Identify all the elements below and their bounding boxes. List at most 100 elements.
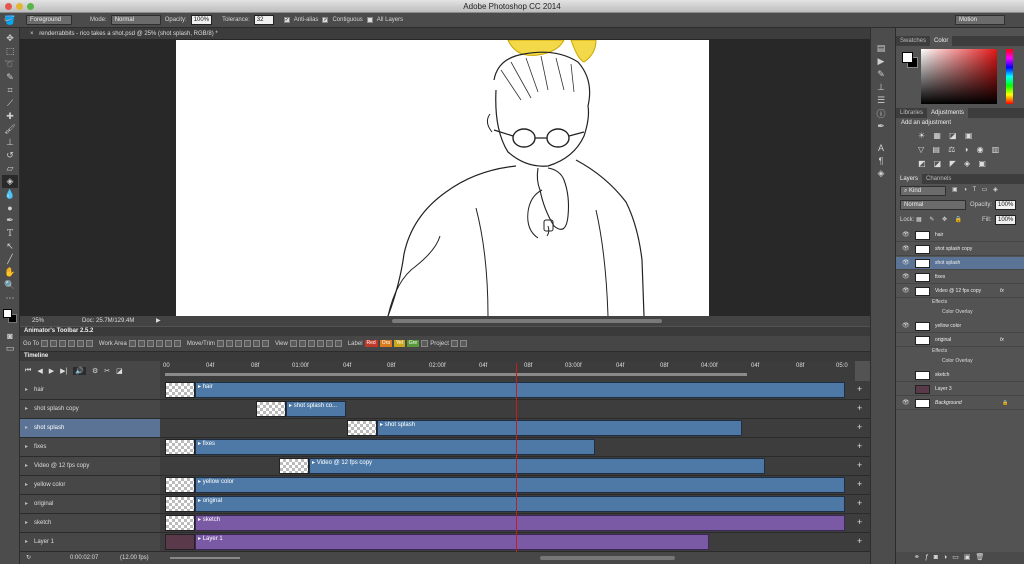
- track-row[interactable]: ▸ original ▸ original +: [20, 495, 870, 514]
- tab-color[interactable]: Color: [930, 36, 953, 46]
- layer-row[interactable]: 👁 shot splash copy: [896, 243, 1024, 256]
- history-brush-tool-icon[interactable]: ↺: [2, 149, 18, 162]
- actions-panel-icon[interactable]: ▶: [873, 55, 889, 68]
- close-doc-icon[interactable]: ×: [30, 31, 34, 37]
- layer-filter-select[interactable]: ⌕ Kind: [900, 186, 946, 196]
- work-area-start-button[interactable]: [128, 340, 136, 347]
- group-icon[interactable]: ▭: [952, 554, 964, 561]
- tab-adjustments[interactable]: Adjustments: [927, 108, 969, 118]
- add-media-icon[interactable]: +: [857, 422, 862, 432]
- clip-bar[interactable]: ▸ shot splash co...: [286, 401, 346, 417]
- timeline-zoom-slider[interactable]: [170, 557, 240, 559]
- color-field[interactable]: [921, 49, 997, 104]
- prev-frame-icon[interactable]: ◀: [37, 367, 42, 375]
- quick-mask-icon[interactable]: ◙: [2, 329, 18, 342]
- label-green-button[interactable]: Gre: [406, 340, 420, 347]
- color-overlay-label[interactable]: Color Overlay: [942, 309, 973, 315]
- layer-row[interactable]: 👁 fixes: [896, 271, 1024, 284]
- track-row[interactable]: ▸ hair ▸ hair +: [20, 381, 870, 400]
- marquee-tool-icon[interactable]: ⬚: [2, 45, 18, 58]
- track-row[interactable]: ▸ shot splash ▸ shot splash +: [20, 419, 870, 438]
- work-area-fit-button[interactable]: [146, 340, 154, 347]
- add-media-icon[interactable]: +: [857, 536, 862, 546]
- split-button[interactable]: [252, 340, 260, 347]
- tab-channels[interactable]: Channels: [922, 174, 955, 184]
- work-area-reset-button[interactable]: [164, 340, 172, 347]
- all-layers-checkbox[interactable]: [366, 17, 373, 23]
- visibility-eye-icon[interactable]: 👁: [902, 320, 910, 333]
- color-overlay-label[interactable]: Color Overlay: [942, 358, 973, 364]
- view-expand-button[interactable]: [334, 340, 342, 347]
- eraser-tool-icon[interactable]: ▱: [2, 162, 18, 175]
- mask-icon[interactable]: ◙: [934, 554, 943, 561]
- nudge-button[interactable]: [261, 340, 269, 347]
- link-layers-icon[interactable]: ⚭: [914, 554, 925, 561]
- visibility-eye-icon[interactable]: 👁: [902, 271, 910, 284]
- layer-filter-icons[interactable]: ▣ ◑ T ▭ ◈: [952, 186, 1000, 193]
- goto-prev-button[interactable]: [49, 340, 57, 347]
- track-row[interactable]: ▸ Layer 1 ▸ Layer 1 +: [20, 533, 870, 552]
- clip-bar[interactable]: ▸ fixes: [195, 439, 595, 455]
- document-tab[interactable]: × renderrabbits - rico takes a shot.psd …: [20, 28, 870, 40]
- eyedropper-tool-icon[interactable]: ⟋: [2, 97, 18, 110]
- goto-frame-button[interactable]: [85, 340, 93, 347]
- track-row[interactable]: ▸ sketch ▸ sketch +: [20, 514, 870, 533]
- mode-select[interactable]: Normal: [110, 15, 161, 25]
- clone-source-panel-icon[interactable]: ⊥: [873, 81, 889, 94]
- workspace-select[interactable]: Motion: [955, 15, 1005, 25]
- contiguous-checkbox[interactable]: ✓: [322, 17, 329, 23]
- color-swatches[interactable]: [2, 307, 17, 327]
- doc-info-menu-icon[interactable]: ▶: [156, 316, 161, 326]
- visibility-eye-icon[interactable]: 👁: [902, 229, 910, 242]
- add-media-icon[interactable]: +: [857, 498, 862, 508]
- transition-icon[interactable]: ◪: [116, 367, 123, 375]
- layer-row[interactable]: 👁 Background 🔒: [896, 397, 1024, 410]
- paint-bucket-tool-icon[interactable]: ◈: [2, 175, 18, 188]
- fx-icon[interactable]: ƒ: [925, 554, 934, 561]
- timeline-scrollbar[interactable]: [540, 556, 675, 560]
- stamp-tool-icon[interactable]: ⊥: [2, 136, 18, 149]
- track-row[interactable]: ▸ fixes ▸ fixes +: [20, 438, 870, 457]
- brightness-adjust-icon[interactable]: ☀ ▦ ◪ ▣: [918, 129, 1018, 143]
- clip-bar[interactable]: ▸ yellow color: [195, 477, 845, 493]
- horizontal-scrollbar[interactable]: [392, 319, 662, 323]
- work-area-bar[interactable]: [165, 373, 747, 376]
- view-collapse-button[interactable]: [325, 340, 333, 347]
- character-panel-icon[interactable]: A: [873, 141, 889, 154]
- 3d-panel-icon[interactable]: ◈: [873, 167, 889, 180]
- view-zoom-in-button[interactable]: [289, 340, 297, 347]
- label-yellow-button[interactable]: Yel: [394, 340, 405, 347]
- opacity-input[interactable]: 100%: [190, 15, 213, 25]
- add-media-icon[interactable]: +: [857, 403, 862, 413]
- history-panel-icon[interactable]: ▤: [873, 42, 889, 55]
- view-onion-button[interactable]: [316, 340, 324, 347]
- healing-tool-icon[interactable]: ✚: [2, 110, 18, 123]
- layer-row[interactable]: 👁 hair: [896, 229, 1024, 242]
- project-settings-button[interactable]: [459, 340, 467, 347]
- visibility-eye-icon[interactable]: 👁: [902, 285, 910, 298]
- work-area-extra-button[interactable]: [173, 340, 181, 347]
- label-orange-button[interactable]: Ora: [379, 340, 393, 347]
- layer-row[interactable]: 👁 Video @ 12 fps copy fx: [896, 285, 1024, 298]
- hand-tool-icon[interactable]: ✋: [2, 266, 18, 279]
- add-media-icon[interactable]: +: [857, 460, 862, 470]
- path-select-tool-icon[interactable]: ↖: [2, 240, 18, 253]
- close-window-icon[interactable]: [5, 3, 12, 10]
- blend-mode-select[interactable]: Normal: [900, 200, 966, 210]
- layer-row[interactable]: Layer 3: [896, 383, 1024, 396]
- move-left-button[interactable]: [234, 340, 242, 347]
- zoom-tool-icon[interactable]: 🔍: [2, 279, 18, 292]
- split-clip-icon[interactable]: ✂: [104, 367, 110, 375]
- layer-row[interactable]: 👁 shot splash: [896, 257, 1024, 270]
- track-row[interactable]: ▸ Video @ 12 fps copy ▸ Video @ 12 fps co…: [20, 457, 870, 476]
- tolerance-input[interactable]: 32: [253, 15, 274, 25]
- work-area-clip-button[interactable]: [155, 340, 163, 347]
- clip-bar[interactable]: ▸ Video @ 12 fps copy: [309, 458, 765, 474]
- zoom-level[interactable]: 25%: [32, 316, 44, 326]
- visibility-eye-icon[interactable]: 👁: [902, 243, 910, 256]
- document-canvas[interactable]: [176, 40, 709, 316]
- play-icon[interactable]: ▶: [49, 367, 54, 375]
- view-fit-button[interactable]: [307, 340, 315, 347]
- doc-info[interactable]: Doc: 25.7M/129.4M: [82, 316, 134, 326]
- add-media-icon[interactable]: +: [857, 384, 862, 394]
